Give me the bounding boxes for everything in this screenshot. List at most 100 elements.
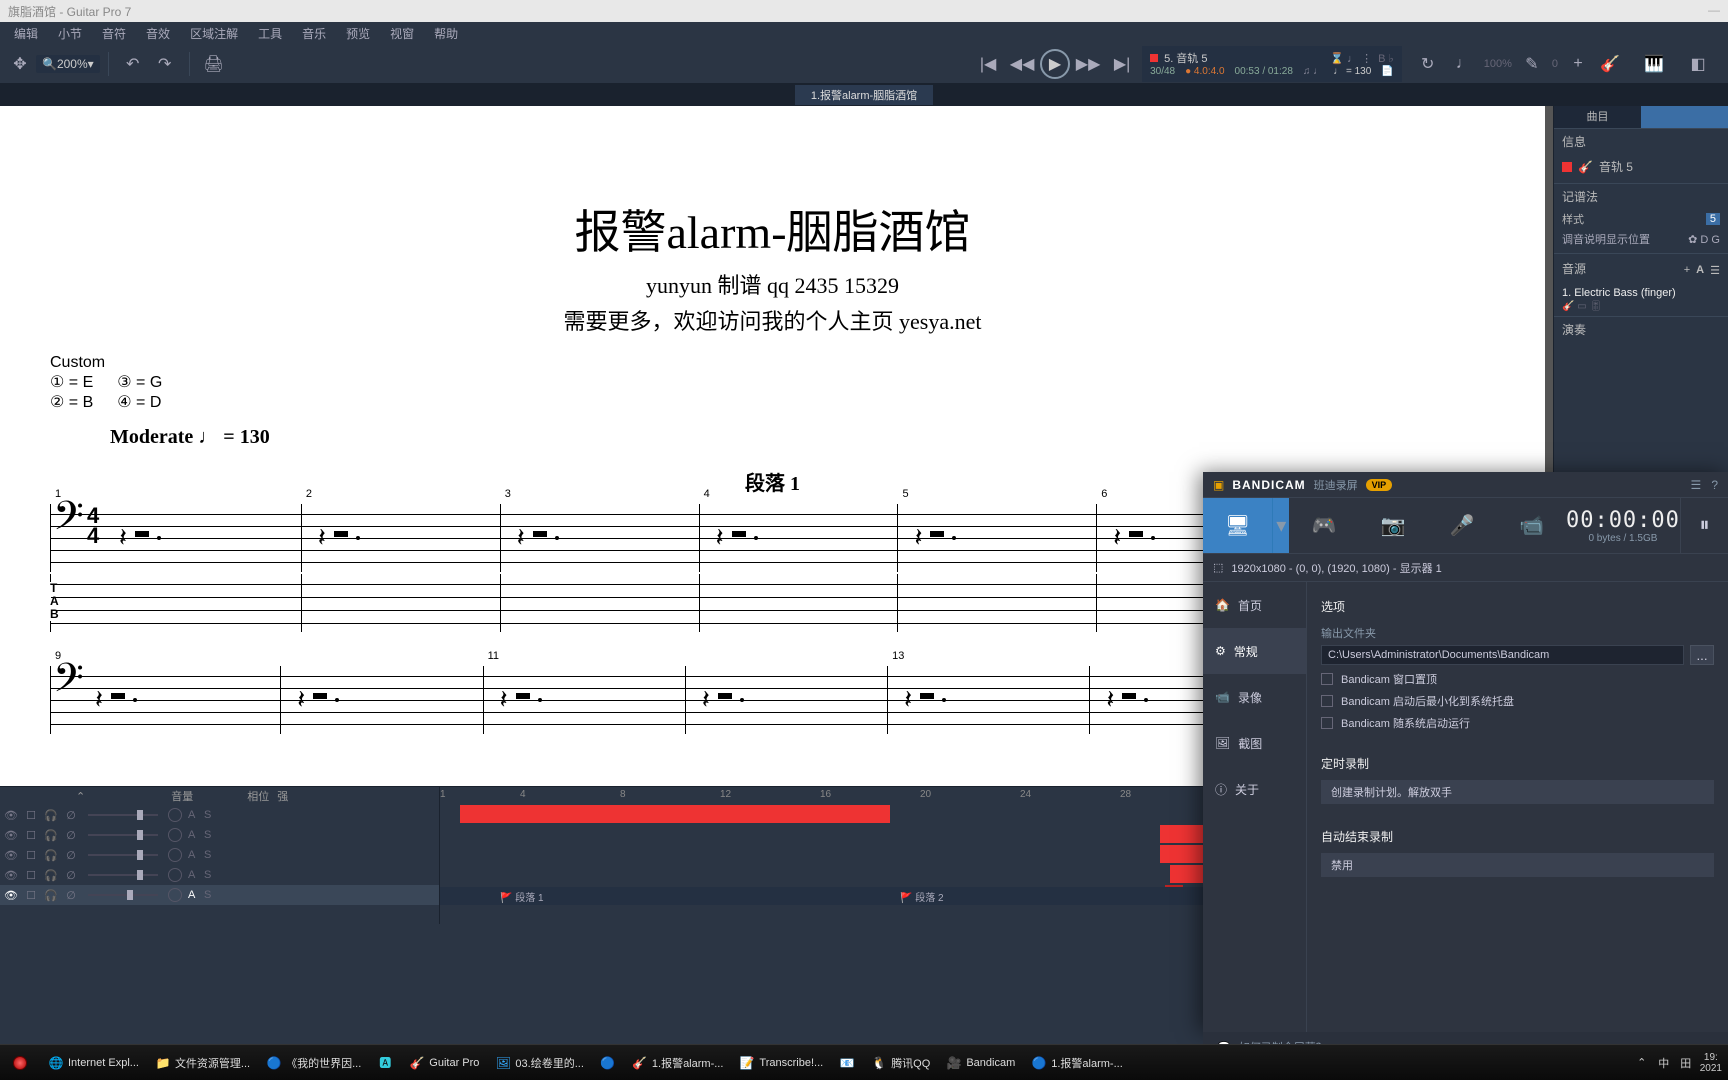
- mode-device[interactable]: 📷: [1359, 498, 1428, 553]
- taskbar-item[interactable]: 🖼03.绘卷里的...: [488, 1048, 590, 1078]
- taskbar-item[interactable]: 🔵《我的世界因...: [259, 1048, 368, 1078]
- video-icon: 📹: [1215, 690, 1230, 704]
- bandicam-window[interactable]: ▣ BANDICAM 班迪录屏 VIP ☰ ? 🖥 ▾ 🎮 📷 🎤 📹 00:0…: [1203, 472, 1728, 1032]
- start-button[interactable]: [4, 1049, 36, 1077]
- menu-help[interactable]: 帮助: [424, 23, 468, 44]
- skip-start-icon[interactable]: |◀: [976, 52, 1000, 76]
- titlebar: 旗脂酒馆 - Guitar Pro 7 —: [0, 0, 1728, 22]
- taskbar-item[interactable]: 🎸Guitar Pro: [402, 1048, 486, 1078]
- mode-screen-drop[interactable]: ▾: [1272, 498, 1289, 553]
- note-icon[interactable]: ♩: [1452, 52, 1476, 76]
- menu-bar[interactable]: 小节: [48, 23, 92, 44]
- cursor-icon[interactable]: ✥: [8, 52, 32, 76]
- taskbar-item[interactable]: 📧: [832, 1048, 862, 1078]
- pause-button[interactable]: ⏸: [1680, 498, 1728, 553]
- sound-a-icon[interactable]: A: [1696, 264, 1704, 277]
- taskbar-item[interactable]: 🔵: [593, 1048, 623, 1078]
- tray-lang[interactable]: 中: [1656, 1055, 1672, 1071]
- menu-tools[interactable]: 工具: [248, 23, 292, 44]
- rec-timer: 00:00:00: [1566, 508, 1680, 533]
- style-value[interactable]: 5: [1706, 213, 1720, 225]
- sound-settings-icon[interactable]: ☰: [1710, 264, 1720, 277]
- bc-menu-icon[interactable]: ☰: [1691, 478, 1702, 492]
- play-button[interactable]: ▶: [1040, 49, 1070, 79]
- chk-minimize[interactable]: Bandicam 启动后最小化到系统托盘: [1321, 693, 1714, 709]
- forward-icon[interactable]: ▶▶: [1076, 52, 1100, 76]
- sched-button[interactable]: 创建录制计划。解放双手: [1321, 780, 1714, 804]
- menu-region[interactable]: 区域注解: [180, 23, 248, 44]
- taskbar-item[interactable]: 📝Transcribe!...: [732, 1048, 830, 1078]
- document-tabs: 1.报警alarm-胭脂酒馆: [0, 84, 1728, 106]
- track-row[interactable]: 👁☐🎧∅AS: [0, 845, 439, 865]
- chk-ontop[interactable]: Bandicam 窗口置顶: [1321, 671, 1714, 687]
- track-info[interactable]: 5. 音轨 5 ⌛ ♩ ⋮ B ♭ 30/48 ● 4.0:4.0 00:53 …: [1142, 46, 1402, 82]
- zoom-select[interactable]: 🔍 200% ▾: [36, 55, 100, 73]
- side-general[interactable]: ⚙常规: [1203, 628, 1306, 674]
- taskbar-item[interactable]: 📁文件资源管理...: [148, 1048, 257, 1078]
- score-subtitle: yunyun 制谱 qq 2435 15329: [50, 268, 1495, 300]
- track-selector[interactable]: 🎸 音轨 5: [1562, 154, 1720, 179]
- sharp-icon[interactable]: ✎: [1520, 52, 1544, 76]
- tab-project[interactable]: 曲目: [1554, 106, 1641, 128]
- redo-icon[interactable]: ↷: [153, 52, 177, 76]
- eye-icon[interactable]: 👁: [4, 808, 18, 822]
- menu-effect[interactable]: 音效: [136, 23, 180, 44]
- clock[interactable]: 19: 2021: [1700, 1052, 1722, 1074]
- side-screenshot[interactable]: 🖼截图: [1203, 720, 1306, 766]
- clip-track1[interactable]: [460, 805, 890, 823]
- track-row[interactable]: 👁☐🎧∅AS: [0, 805, 439, 825]
- menu-edit[interactable]: 编辑: [4, 23, 48, 44]
- taskbar-item[interactable]: 🔵1.报警alarm-...: [1024, 1048, 1130, 1078]
- bc-help-icon[interactable]: ?: [1711, 478, 1718, 492]
- options-title: 选项: [1321, 598, 1714, 615]
- chk-startup[interactable]: Bandicam 随系统启动运行: [1321, 715, 1714, 731]
- track-row[interactable]: 👁☐🎧∅AS: [0, 825, 439, 845]
- side-record[interactable]: 📹录像: [1203, 674, 1306, 720]
- print-icon[interactable]: 🖨: [202, 52, 226, 76]
- output-folder-input[interactable]: [1321, 645, 1684, 665]
- tab-track[interactable]: [1641, 106, 1728, 128]
- add-sound-icon[interactable]: +: [1684, 264, 1690, 277]
- track-row[interactable]: 👁☐🎧∅AS: [0, 865, 439, 885]
- loop-icon[interactable]: ↻: [1416, 52, 1440, 76]
- autoend-button[interactable]: 禁用: [1321, 853, 1714, 877]
- mode-screen[interactable]: 🖥: [1203, 498, 1272, 553]
- mode-game[interactable]: 🎮: [1289, 498, 1358, 553]
- taskbar-item[interactable]: 🎥Bandicam: [939, 1048, 1022, 1078]
- side-home[interactable]: 🏠首页: [1203, 582, 1306, 628]
- menubar: 编辑 小节 音符 音效 区域注解 工具 音乐 预览 视窗 帮助: [0, 22, 1728, 44]
- document-tab[interactable]: 1.报警alarm-胭脂酒馆: [795, 85, 933, 105]
- metronome-icon[interactable]: ⌛ ♩ ⋮: [1330, 52, 1372, 65]
- taskbar-item[interactable]: 🅰: [370, 1048, 400, 1078]
- mode-webcam[interactable]: 📹: [1497, 498, 1566, 553]
- mode-mic[interactable]: 🎤: [1428, 498, 1497, 553]
- plus-icon[interactable]: +: [1566, 52, 1590, 76]
- toolbar: ✥ 🔍 200% ▾ ↶ ↷ 🖨 |◀ ◀◀ ▶ ▶▶ ▶| 5. 音轨 5 ⌛…: [0, 44, 1728, 84]
- image-icon: 🖼: [1215, 736, 1230, 750]
- region-icon[interactable]: ⬚: [1213, 561, 1223, 574]
- system-tray[interactable]: ⌃ 中 田 19: 2021: [1628, 1052, 1728, 1074]
- bandicam-titlebar[interactable]: ▣ BANDICAM 班迪录屏 VIP ☰ ?: [1203, 472, 1728, 498]
- menu-note[interactable]: 音符: [92, 23, 136, 44]
- menu-sound[interactable]: 音乐: [292, 23, 336, 44]
- skip-end-icon[interactable]: ▶|: [1110, 52, 1134, 76]
- undo-icon[interactable]: ↶: [121, 52, 145, 76]
- taskbar-item[interactable]: 🌐Internet Expl...: [41, 1048, 146, 1078]
- taskbar-item[interactable]: 🎸1.报警alarm-...: [625, 1048, 731, 1078]
- piano-icon[interactable]: 🎹: [1642, 52, 1666, 76]
- track-row-active[interactable]: 👁☐🎧∅AS: [0, 885, 439, 905]
- minimize-icon[interactable]: —: [1708, 3, 1720, 17]
- browse-button[interactable]: ...: [1690, 645, 1714, 665]
- menu-window[interactable]: 视窗: [380, 23, 424, 44]
- side-about[interactable]: ⓘ关于: [1203, 766, 1306, 812]
- tray-chevron-icon[interactable]: ⌃: [1634, 1055, 1650, 1071]
- menu-preview[interactable]: 预览: [336, 23, 380, 44]
- rewind-icon[interactable]: ◀◀: [1010, 52, 1034, 76]
- tray-ime[interactable]: 田: [1678, 1055, 1694, 1071]
- gear-icon: ⚙: [1215, 644, 1226, 658]
- guitar-icon[interactable]: 🎸: [1598, 52, 1622, 76]
- tempo-marking: Moderate ♩ = 130: [110, 426, 1495, 449]
- taskbar-item[interactable]: 🐧腾讯QQ: [864, 1048, 937, 1078]
- panel-icon[interactable]: ◧: [1686, 52, 1710, 76]
- sound-bank[interactable]: 1. Electric Bass (finger): [1562, 287, 1720, 299]
